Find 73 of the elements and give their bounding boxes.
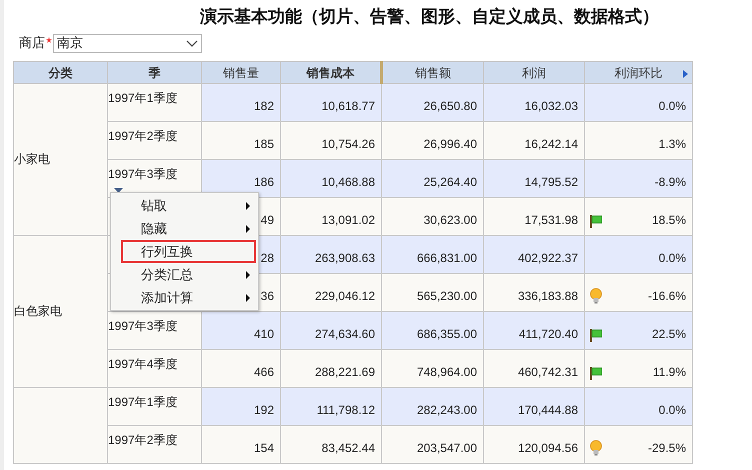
column-header[interactable]: 季 — [108, 62, 202, 84]
table-cell: -29.5% — [584, 426, 692, 464]
table-cell: 26,996.40 — [382, 122, 484, 160]
table-cell: 686,355.00 — [382, 312, 484, 350]
table-cell: 336,183.88 — [484, 274, 584, 312]
column-header[interactable]: 分类 — [14, 62, 108, 84]
table-cell: 120,094.56 — [484, 426, 584, 464]
table-cell: 17,531.98 — [484, 198, 584, 236]
menu-item[interactable]: 行列互换 — [121, 240, 256, 263]
column-header[interactable]: 利润 — [484, 62, 584, 84]
table-cell: 18.5% — [584, 198, 692, 236]
table-cell: 565,230.00 — [382, 274, 484, 312]
column-header[interactable]: 销售成本 — [280, 62, 382, 84]
table-cell: 10,754.26 — [280, 122, 382, 160]
table-cell: 30,623.00 — [382, 198, 484, 236]
quarter-label: 1997年2季度 — [108, 432, 178, 449]
table-cell: 14,795.52 — [484, 160, 584, 198]
table-cell: 16,032.03 — [484, 84, 584, 122]
table-cell: 466 — [202, 350, 280, 388]
table-cell: 411,720.40 — [484, 312, 584, 350]
table-cell: 274,634.60 — [280, 312, 382, 350]
table-cell: 185 — [202, 122, 280, 160]
table-cell: 402,922.37 — [484, 236, 584, 274]
table-cell: 26,650.80 — [382, 84, 484, 122]
quarter-label: 1997年3季度 — [108, 166, 178, 183]
table-cell: 154 — [202, 426, 280, 464]
quarter-label: 1997年1季度 — [108, 90, 178, 107]
table-cell: 666,831.00 — [382, 236, 484, 274]
submenu-arrow-icon — [246, 270, 250, 278]
table-cell: 410 — [202, 312, 280, 350]
table-cell: 16,242.14 — [484, 122, 584, 160]
table-cell: 288,221.69 — [280, 350, 382, 388]
quarter-label: 1997年1季度 — [108, 394, 178, 411]
table-cell: 83,452.44 — [280, 426, 382, 464]
table-cell: 263,908.63 — [280, 236, 382, 274]
arrow-right-icon[interactable] — [683, 70, 688, 78]
quarter-label: 1997年4季度 — [108, 356, 178, 373]
column-header[interactable]: 利润环比 — [584, 62, 692, 84]
table-cell: 0.0% — [584, 388, 692, 426]
submenu-arrow-icon — [246, 224, 250, 232]
table-cell: 0.0% — [584, 84, 692, 122]
table-cell: 13,091.02 — [280, 198, 382, 236]
table-cell: 25,264.40 — [382, 160, 484, 198]
table-cell: 10,468.88 — [280, 160, 382, 198]
table-cell: -8.9% — [584, 160, 692, 198]
table-cell: 192 — [202, 388, 280, 426]
table-cell: 460,742.31 — [484, 350, 584, 388]
store-label: 商店 — [19, 34, 45, 52]
quarter-label: 1997年3季度 — [108, 318, 178, 335]
category-label: 白色家电 — [14, 304, 62, 318]
table-cell: 11.9% — [584, 350, 692, 388]
column-header[interactable]: 销售量 — [202, 62, 280, 84]
store-select[interactable]: 南京 — [53, 34, 202, 52]
column-header[interactable]: 销售额 — [382, 62, 484, 84]
chevron-down-icon — [186, 40, 198, 46]
report-title: 演示基本功能（切片、告警、图形、自定义成员、数据格式） — [200, 6, 659, 28]
table-cell: -16.6% — [584, 274, 692, 312]
table-cell: 229,046.12 — [280, 274, 382, 312]
table-cell: 111,798.12 — [280, 388, 382, 426]
table-cell: 170,444.88 — [484, 388, 584, 426]
submenu-arrow-icon — [246, 202, 250, 210]
dropdown-triangle-icon[interactable] — [114, 188, 123, 193]
table-cell: 1.3% — [584, 122, 692, 160]
submenu-arrow-icon — [246, 294, 250, 302]
category-label: 小家电 — [14, 152, 50, 166]
table-cell: 748,964.00 — [382, 350, 484, 388]
table-cell: 282,243.00 — [382, 388, 484, 426]
quarter-label: 1997年2季度 — [108, 128, 178, 145]
table-cell: 22.5% — [584, 312, 692, 350]
table-cell: 182 — [202, 84, 280, 122]
table-cell: 0.0% — [584, 236, 692, 274]
table-cell: 10,618.77 — [280, 84, 382, 122]
table-cell: 203,547.00 — [382, 426, 484, 464]
